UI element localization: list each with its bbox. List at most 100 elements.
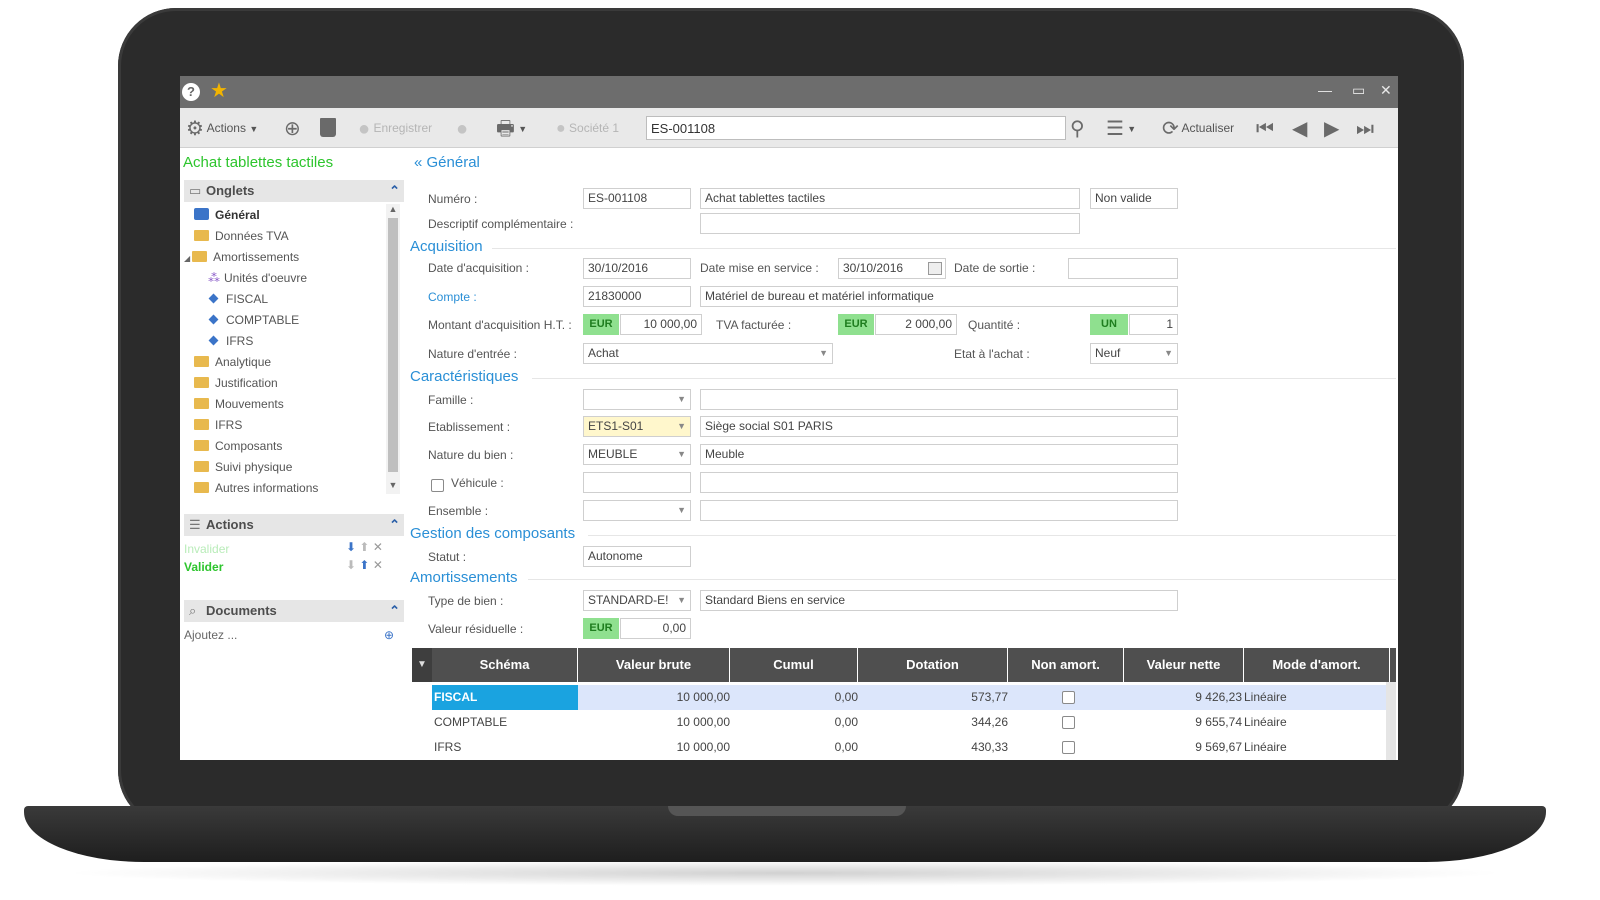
save-button[interactable]: ● Enregistrer — [358, 116, 432, 140]
date-sortie-field[interactable] — [1068, 258, 1178, 279]
tree-scrollbar[interactable]: ▲ ▼ — [386, 204, 400, 494]
tree-item-unites[interactable]: ⁂ Unités d'oeuvre — [208, 269, 307, 287]
nature-bien-select[interactable]: MEUBLE ▼ — [583, 444, 691, 465]
scroll-thumb[interactable] — [388, 218, 398, 472]
libelle-field[interactable]: Achat tablettes tactiles — [700, 188, 1080, 209]
tree-item-composants[interactable]: Composants — [194, 437, 282, 455]
quantite-field[interactable]: 1 — [1129, 314, 1178, 335]
non-amort-checkbox[interactable] — [1062, 691, 1075, 704]
column-header-valeur-nette[interactable]: Valeur nette — [1124, 648, 1244, 682]
tree-item-suivi[interactable]: Suivi physique — [194, 458, 292, 476]
documents-add-link[interactable]: Ajoutez ... — [184, 628, 237, 642]
delete-button[interactable] — [320, 116, 336, 140]
tree-item-justification[interactable]: Justification — [194, 374, 278, 392]
tree-item-analytique[interactable]: Analytique — [194, 353, 271, 371]
numero-field[interactable]: ES-001108 — [583, 188, 691, 209]
section-acquisition-title[interactable]: Acquisition — [410, 238, 483, 255]
cancel-button[interactable]: ● — [456, 116, 468, 140]
expand-arrow-icon[interactable]: ◢ — [184, 254, 190, 263]
next-record-button[interactable]: ▶ — [1324, 116, 1339, 140]
move-up-icon[interactable]: ⬆ — [359, 540, 369, 554]
collapse-icon[interactable]: ⌃ — [389, 514, 400, 536]
scroll-up-icon[interactable]: ▲ — [387, 204, 399, 214]
move-up-icon[interactable]: ⬆ — [359, 558, 369, 572]
vehicule-checkbox[interactable] — [431, 479, 444, 492]
montant-field[interactable]: 10 000,00 — [620, 314, 702, 335]
help-icon[interactable]: ? — [182, 83, 200, 101]
tree-item-amortissements[interactable]: ◢ Amortissements — [184, 248, 299, 266]
tree-item-ifrs-schema[interactable]: IFRS — [208, 332, 253, 350]
tree-item-general[interactable]: Général — [194, 206, 260, 224]
non-amort-checkbox[interactable] — [1062, 716, 1075, 729]
collapse-icon[interactable]: ⌃ — [389, 180, 400, 202]
table-row[interactable]: FISCAL 10 000,00 0,00 573,77 9 426,23 Li… — [432, 685, 1386, 710]
action-valider[interactable]: Valider — [184, 560, 223, 574]
cell-schema[interactable]: FISCAL — [432, 685, 578, 710]
non-amort-checkbox[interactable] — [1062, 741, 1075, 754]
print-button[interactable]: 🖶 ▼ — [496, 116, 527, 140]
tree-item-ifrs[interactable]: IFRS — [194, 416, 242, 434]
quantite-unit-badge[interactable]: UN — [1090, 314, 1128, 335]
refresh-button[interactable]: ⟳ Actualiser — [1162, 116, 1234, 140]
montant-currency-badge[interactable]: EUR — [583, 314, 619, 335]
date-acq-field[interactable]: 30/10/2016 — [583, 258, 691, 279]
section-composants-title[interactable]: Gestion des composants — [410, 525, 575, 542]
tva-currency-badge[interactable]: EUR — [838, 314, 874, 335]
remove-icon[interactable]: ✕ — [373, 558, 383, 572]
calendar-icon[interactable] — [928, 262, 942, 275]
section-general-title[interactable]: « Général — [414, 154, 480, 171]
move-down-icon[interactable]: ⬇ — [346, 540, 356, 554]
previous-record-button[interactable]: ◀ — [1292, 116, 1307, 140]
valeur-residuelle-field[interactable]: 0,00 — [620, 618, 691, 639]
tree-item-comptable[interactable]: COMPTABLE — [208, 311, 299, 329]
ensemble-select[interactable]: ▼ — [583, 500, 691, 521]
column-header-mode[interactable]: Mode d'amort. — [1244, 648, 1390, 682]
tree-item-autres[interactable]: Autres informations — [194, 479, 318, 497]
famille-select[interactable]: ▼ — [583, 389, 691, 410]
minimize-button[interactable]: — — [1318, 82, 1332, 98]
date-service-field[interactable]: 30/10/2016 — [838, 258, 946, 279]
compte-field[interactable]: 21830000 — [583, 286, 691, 307]
tree-item-mouvements[interactable]: Mouvements — [194, 395, 284, 413]
actions-menu-button[interactable]: ⚙ Actions ▼ — [186, 116, 258, 140]
section-amortissements-title[interactable]: Amortissements — [410, 569, 518, 586]
column-header-valeur-brute[interactable]: Valeur brute — [578, 648, 730, 682]
tabs-panel-header[interactable]: ▭ Onglets ⌃ — [184, 180, 404, 202]
search-button[interactable]: ⚲ — [1070, 116, 1085, 140]
first-record-button[interactable]: ⏮ — [1256, 116, 1274, 140]
remove-icon[interactable]: ✕ — [373, 540, 383, 554]
scroll-down-icon[interactable]: ▼ — [387, 480, 399, 490]
collapse-icon[interactable]: ⌃ — [389, 600, 400, 622]
column-header-non-amort[interactable]: Non amort. — [1008, 648, 1124, 682]
list-view-button[interactable]: ☰ ▼ — [1106, 116, 1136, 140]
tree-item-fiscal[interactable]: FISCAL — [208, 290, 268, 308]
company-selector[interactable]: ● Société 1 — [556, 116, 619, 140]
tree-item-tva[interactable]: Données TVA — [194, 227, 289, 245]
compte-label[interactable]: Compte : — [428, 290, 477, 304]
move-down-icon[interactable]: ⬇ — [346, 558, 356, 572]
record-search-input[interactable] — [646, 116, 1066, 140]
column-header-dotation[interactable]: Dotation — [858, 648, 1008, 682]
grid-scrollbar[interactable] — [1386, 682, 1396, 760]
type-bien-select[interactable]: STANDARD-E! ▼ — [583, 590, 691, 611]
last-record-button[interactable]: ⏭ — [1356, 116, 1374, 140]
etablissement-select[interactable]: ETS1-S01 ▼ — [583, 416, 691, 437]
documents-panel-header[interactable]: ⌕ Documents ⌃ — [184, 600, 404, 622]
nature-entree-select[interactable]: Achat ▼ — [583, 343, 833, 364]
cell-schema[interactable]: COMPTABLE — [434, 710, 578, 735]
tva-field[interactable]: 2 000,00 — [875, 314, 957, 335]
action-invalider[interactable]: Invalider — [184, 542, 229, 556]
table-row[interactable]: IFRS 10 000,00 0,00 430,33 9 569,67 Liné… — [432, 735, 1386, 760]
maximize-button[interactable]: ▭ — [1352, 82, 1365, 98]
vehicule-field[interactable] — [583, 472, 691, 493]
add-document-icon[interactable]: ⊕ — [384, 628, 394, 642]
grid-toggle-icon[interactable]: ▼ — [412, 648, 432, 682]
table-row[interactable]: COMPTABLE 10 000,00 0,00 344,26 9 655,74… — [432, 710, 1386, 735]
residuelle-currency-badge[interactable]: EUR — [583, 618, 619, 639]
add-button[interactable]: ⊕ — [284, 116, 301, 140]
etat-select[interactable]: Neuf ▼ — [1090, 343, 1178, 364]
actions-panel-header[interactable]: ☰ Actions ⌃ — [184, 514, 404, 536]
column-header-cumul[interactable]: Cumul — [730, 648, 858, 682]
favorite-star-icon[interactable]: ★ — [210, 80, 228, 102]
section-caracteristiques-title[interactable]: Caractéristiques — [410, 368, 518, 385]
